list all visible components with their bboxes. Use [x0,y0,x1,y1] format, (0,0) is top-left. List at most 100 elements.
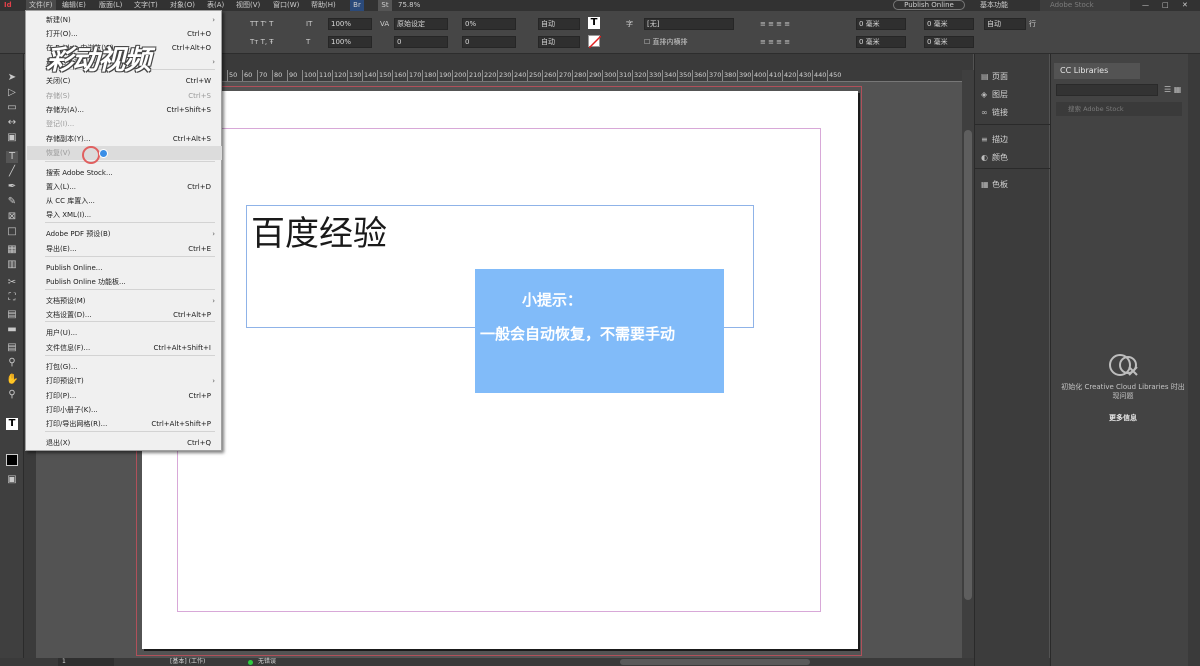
file-menu-item[interactable]: 搜索 Adobe Stock... [27,166,222,180]
view-toggle-icon[interactable]: ☰ ▦ [1164,85,1181,94]
maximize-icon[interactable]: □ [1162,0,1169,11]
ruler-tick-label: 410 [769,71,782,79]
menu-help[interactable]: 帮助(H) [311,0,336,11]
minimize-icon[interactable]: — [1142,0,1149,11]
fill-swatch-icon[interactable] [6,454,18,466]
stock-badge[interactable]: St [378,0,392,11]
file-menu-item[interactable]: 打包(G)... [27,360,222,374]
panel-scrollbar[interactable] [1188,54,1200,666]
hand-tool-icon[interactable]: ✋ [6,374,18,386]
file-menu-item[interactable]: 打印(P)... Ctrl+P [27,389,222,403]
file-menu-item[interactable]: Publish Online... [27,261,222,275]
workspace-switcher[interactable]: 基本功能 [980,0,1008,11]
space-before-field[interactable]: 0 毫米 [856,18,906,30]
line-tool-icon[interactable]: ╱ [6,166,18,178]
file-menu-item[interactable]: 文档设置(D)... Ctrl+Alt+P [27,308,222,322]
file-menu-item[interactable]: 存储副本(Y)... Ctrl+Alt+S [27,132,222,146]
pages-panel-button[interactable]: ▤ 页面 [981,72,1008,82]
fill-color-icon[interactable]: T [588,17,600,29]
rectangle-tool-icon[interactable]: □ [6,226,18,238]
indent-field-2[interactable]: 0 毫米 [924,36,974,48]
stroke-panel-button[interactable]: ≡ 描边 [981,135,1008,145]
gradient-tool-icon[interactable]: ▤ [6,309,18,321]
pen-tool-icon[interactable]: ✒ [6,181,18,193]
stock-search-input[interactable]: Adobe Stock [1040,0,1130,11]
tracking-field[interactable]: 0% [462,18,516,30]
stroke-none-icon[interactable] [588,35,602,49]
horizontal-scrollbar-thumb[interactable] [620,659,810,665]
free-transform-tool-icon[interactable]: ⛶ [6,292,18,304]
scissors-tool-icon[interactable]: ✂ [6,277,18,289]
rectangle-frame-tool-icon[interactable]: ⊠ [6,211,18,223]
zoom-level[interactable]: 75.8% [398,0,420,11]
grid-tool-icon[interactable]: ▥ [6,259,18,271]
file-menu-item[interactable]: 文件信息(F)... Ctrl+Alt+Shift+I [27,341,222,355]
publish-online-button[interactable]: Publish Online [893,0,965,10]
file-menu-item[interactable]: 导入 XML(I)... [27,208,222,222]
formatting-text-icon[interactable]: T [6,418,18,430]
page-tool-icon[interactable]: ▭ [6,102,18,114]
baseline-field[interactable]: 0 [394,36,448,48]
language-select[interactable]: [无] [644,18,734,30]
file-menu-item[interactable]: 用户(U)... [27,326,222,340]
links-panel-button[interactable]: ∞ 链接 [981,108,1008,118]
ruler-tick-label: 120 [334,71,347,79]
file-menu-item[interactable]: 打印/导出网格(R)... Ctrl+Alt+Shift+P [27,417,222,431]
cc-search-input[interactable]: 搜索 Adobe Stock [1056,102,1182,116]
kerning-field[interactable]: 原始设定 [394,18,448,30]
vertical-scrollbar-thumb[interactable] [964,130,972,600]
close-icon[interactable]: ✕ [1182,0,1188,11]
file-menu-item[interactable]: 从 CC 库置入... [27,194,222,208]
file-menu-item[interactable]: Publish Online 功能板... [27,275,222,289]
menu-window[interactable]: 窗口(W) [273,0,299,11]
auto-field-3[interactable]: 自动 [984,18,1026,30]
screen-mode-icon[interactable]: ▣ [6,474,18,486]
ruler-tick-line [737,70,738,81]
document-heading[interactable]: 百度经验 [251,206,387,255]
pencil-tool-icon[interactable]: ✎ [6,196,18,208]
errors-status[interactable]: 无错误 [258,658,276,666]
skew-field[interactable]: 0 [462,36,516,48]
all-caps-icon[interactable]: TT T' T [250,19,273,29]
selection-tool-icon[interactable]: ➤ [6,72,18,84]
cc-libraries-tab[interactable]: CC Libraries [1054,63,1140,79]
file-menu-item[interactable]: Adobe PDF 预设(B) › [27,227,222,241]
file-menu-item[interactable]: 存储为(A)... Ctrl+Shift+S [27,103,222,117]
file-menu-item[interactable]: 退出(X) Ctrl+Q [27,436,222,450]
file-menu-item[interactable]: 文档预设(M) › [27,294,222,308]
small-caps-icon[interactable]: Tт T, Ŧ [250,37,274,47]
justify-buttons[interactable]: ≡ ≡ ≡ ≡ [760,37,790,47]
indent-field-1[interactable]: 0 毫米 [924,18,974,30]
direct-selection-tool-icon[interactable]: ▷ [6,87,18,99]
auto-field-1[interactable]: 自动 [538,18,580,30]
file-menu-item[interactable]: 新建(N) › [27,13,222,27]
table-tool-icon[interactable]: ▦ [6,244,18,256]
menu-view[interactable]: 视图(V) [236,0,260,11]
ruler-tick-line [662,70,663,81]
file-menu-item[interactable]: 打印小册子(K)... [27,403,222,417]
content-collector-icon[interactable]: ▣ [6,132,18,144]
vertical-scale-field[interactable]: 100% [328,18,372,30]
ruler-tick-line [317,70,318,81]
note-tool-icon[interactable]: ▤ [6,342,18,354]
type-tool-icon[interactable]: T [6,151,18,163]
page-number-field[interactable]: 1 [58,658,114,666]
horizontal-scale-field[interactable]: 100% [328,36,372,48]
more-info-link[interactable]: 更多信息 [1058,413,1188,423]
zoom-tool-icon[interactable]: ⚲ [6,389,18,401]
eyedropper-tool-icon[interactable]: ⚲ [6,357,18,369]
align-buttons[interactable]: ≡ ≡ ≡ ≡ [760,19,790,29]
gradient-feather-tool-icon[interactable]: ▬ [6,324,18,336]
space-after-field[interactable]: 0 毫米 [856,36,906,48]
color-panel-button[interactable]: ◐ 颜色 [981,153,1008,163]
layers-panel-button[interactable]: ◈ 图层 [981,90,1008,100]
file-menu-item[interactable]: 置入(L)... Ctrl+D [27,180,222,194]
library-select[interactable] [1056,84,1158,96]
bridge-badge[interactable]: Br [350,0,364,11]
auto-field-2[interactable]: 自动 [538,36,580,48]
gap-tool-icon[interactable]: ↔ [6,117,18,129]
swatches-panel-button[interactable]: ▦ 色板 [981,180,1008,190]
file-menu-item[interactable]: 导出(E)... Ctrl+E [27,242,222,256]
file-menu-item[interactable]: 打印预设(T) › [27,374,222,388]
no-hyphenation-checkbox[interactable]: ☐ 直排内横排 [644,37,688,47]
